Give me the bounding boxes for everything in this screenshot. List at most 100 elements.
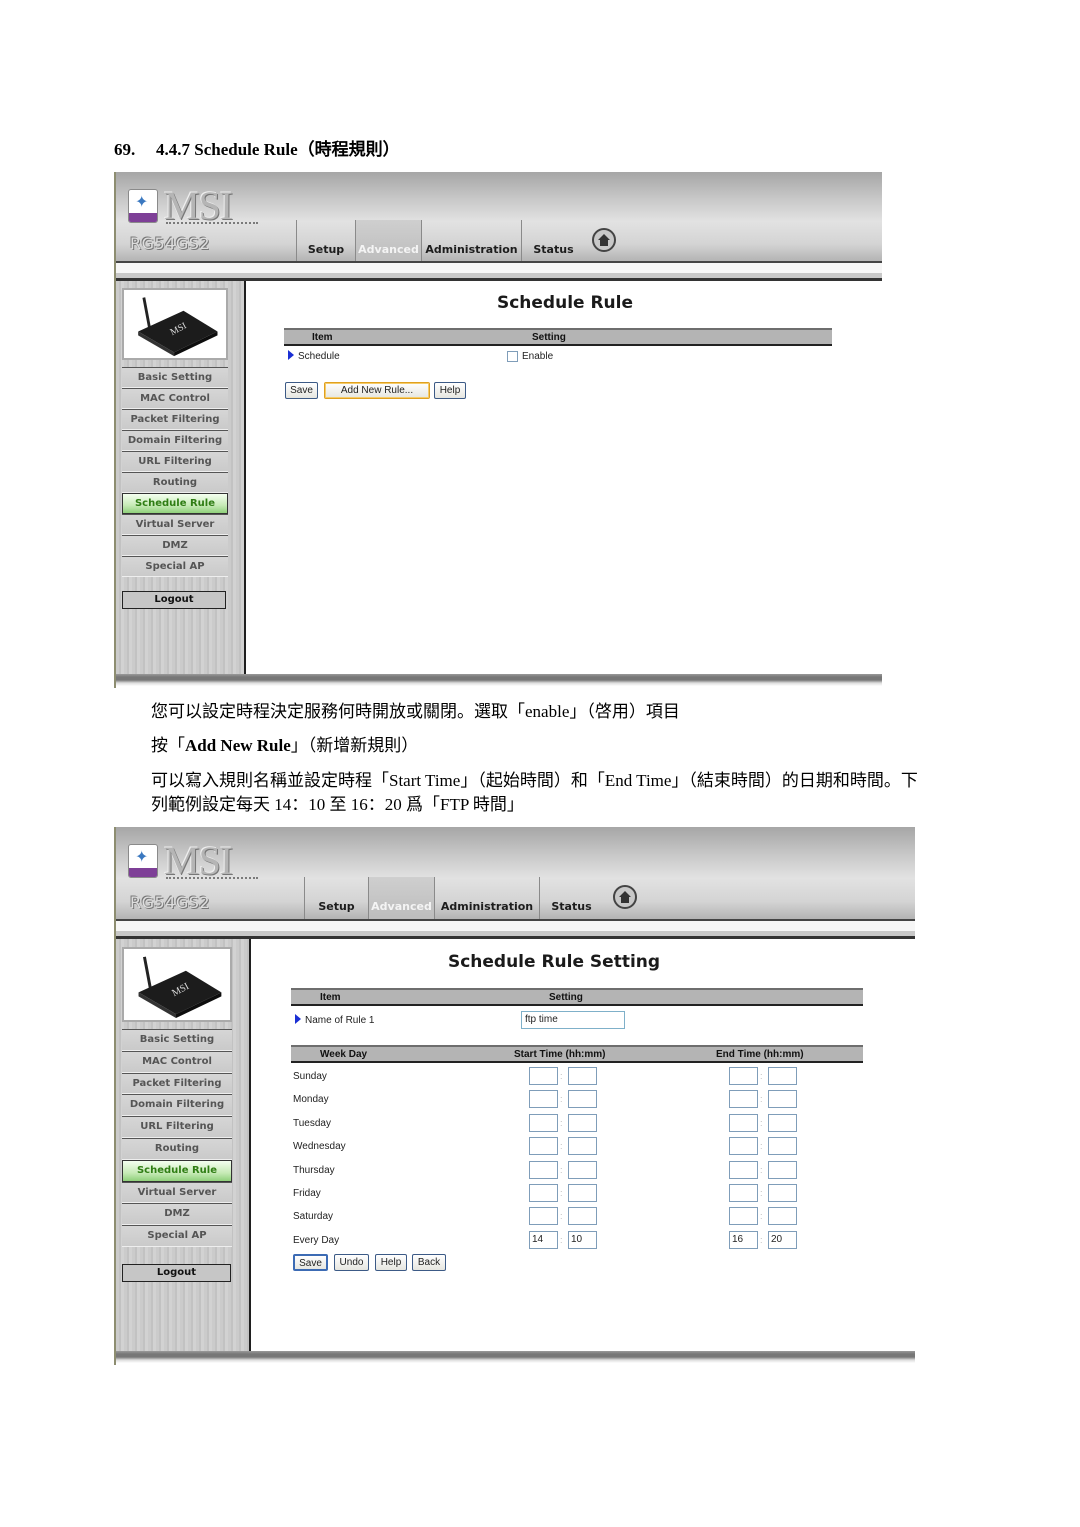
paragraph-enable-schedule: 您可以設定時程決定服務何時開放或關閉。選取「enable」（啓用）項目 <box>151 702 680 721</box>
sidebar-item-schedule-rule[interactable]: Schedule Rule <box>122 1159 232 1182</box>
start-hour-input[interactable] <box>529 1113 558 1132</box>
sidebar-item-special-ap[interactable]: Special AP <box>122 556 228 577</box>
sidebar-menu: Basic Setting MAC Control Packet Filteri… <box>122 367 228 577</box>
end-minute-input[interactable] <box>768 1067 797 1085</box>
paragraph-add-new-rule: 按「Add New Rule」（新增新規則） <box>151 736 419 755</box>
start-minute-input[interactable] <box>568 1160 597 1179</box>
sidebar-item-routing[interactable]: Routing <box>122 1137 232 1160</box>
end-time-colon: : <box>760 1188 763 1198</box>
sidebar-item-basic-setting[interactable]: Basic Setting <box>122 367 228 388</box>
tab-setup[interactable]: Setup <box>304 877 368 919</box>
sidebar-item-domain-filtering[interactable]: Domain Filtering <box>122 1094 232 1117</box>
column-header-week-day: Week Day <box>320 1049 368 1060</box>
model-name: RG54GS2 <box>130 893 211 912</box>
end-minute-input[interactable] <box>768 1207 797 1226</box>
header-separator <box>116 261 882 281</box>
start-time-colon: : <box>560 1164 563 1175</box>
main-tabs: Setup Advanced Administration Status <box>296 220 585 262</box>
tab-status[interactable]: Status <box>539 877 603 919</box>
start-time-colon: : <box>560 1141 563 1152</box>
help-button[interactable]: Help <box>375 1254 407 1271</box>
end-hour-input[interactable] <box>729 1207 758 1226</box>
sidebar-item-virtual-server[interactable]: Virtual Server <box>122 1181 232 1204</box>
start-hour-input[interactable] <box>529 1207 558 1226</box>
rule-name-label: Name of Rule 1 <box>295 1014 374 1026</box>
start-hour-input[interactable] <box>529 1160 558 1179</box>
end-minute-input[interactable] <box>768 1160 797 1179</box>
end-hour-input[interactable] <box>729 1067 758 1085</box>
tab-advanced[interactable]: Advanced <box>368 877 434 919</box>
sidebar-item-mac-control[interactable]: MAC Control <box>122 388 228 409</box>
weekday-label: Sunday <box>293 1071 327 1082</box>
column-header-setting: Setting <box>532 332 566 343</box>
end-hour-input[interactable] <box>729 1160 758 1179</box>
sidebar-item-packet-filtering[interactable]: Packet Filtering <box>122 409 228 430</box>
start-hour-input[interactable] <box>529 1090 558 1109</box>
table-header: Item Setting <box>284 328 832 346</box>
start-hour-input[interactable]: 14 <box>529 1230 558 1249</box>
end-minute-input[interactable]: 20 <box>768 1230 797 1249</box>
sidebar-menu: Basic Setting MAC Control Packet Filteri… <box>122 1029 232 1247</box>
weekday-label: Monday <box>293 1094 329 1106</box>
start-minute-input[interactable] <box>568 1067 597 1085</box>
sidebar-item-special-ap[interactable]: Special AP <box>122 1225 232 1247</box>
sidebar-item-dmz[interactable]: DMZ <box>122 535 228 556</box>
start-time-colon: : <box>560 1117 563 1128</box>
end-minute-input[interactable] <box>768 1090 797 1109</box>
end-hour-input[interactable] <box>729 1113 758 1132</box>
start-minute-input[interactable] <box>568 1090 597 1109</box>
sidebar-item-basic-setting[interactable]: Basic Setting <box>122 1029 232 1051</box>
save-button[interactable]: Save <box>293 1254 328 1271</box>
end-minute-input[interactable] <box>768 1137 797 1156</box>
page-title: Schedule Rule Setting <box>447 952 661 972</box>
content-panel: Schedule Rule Setting Item Setting Name … <box>253 939 915 1351</box>
start-hour-input[interactable] <box>529 1067 558 1085</box>
logout-button[interactable]: Logout <box>122 591 226 609</box>
start-minute-input[interactable]: 10 <box>568 1230 597 1249</box>
end-hour-input[interactable] <box>729 1184 758 1202</box>
start-minute-input[interactable] <box>568 1207 597 1226</box>
add-new-rule-button[interactable]: Add New Rule... <box>324 382 430 399</box>
arrow-right-icon <box>288 350 294 360</box>
tab-administration[interactable]: Administration <box>421 220 521 262</box>
sidebar-item-routing[interactable]: Routing <box>122 472 228 493</box>
end-hour-input[interactable]: 16 <box>729 1230 758 1249</box>
rule-name-input[interactable]: ftp time <box>521 1011 625 1029</box>
sidebar-item-packet-filtering[interactable]: Packet Filtering <box>122 1072 232 1095</box>
start-minute-input[interactable] <box>568 1184 597 1202</box>
help-button[interactable]: Help <box>434 382 466 399</box>
column-header-setting: Setting <box>549 992 583 1003</box>
logout-button[interactable]: Logout <box>122 1264 231 1282</box>
home-icon[interactable] <box>613 885 637 909</box>
tab-status[interactable]: Status <box>521 220 585 262</box>
sidebar-item-dmz[interactable]: DMZ <box>122 1203 232 1226</box>
footer-bar <box>116 674 882 686</box>
weekday-label: Every Day <box>293 1234 340 1246</box>
sidebar-item-url-filtering[interactable]: URL Filtering <box>122 1116 232 1138</box>
sidebar-item-virtual-server[interactable]: Virtual Server <box>122 514 228 535</box>
start-hour-input[interactable] <box>529 1184 558 1202</box>
sidebar-item-domain-filtering[interactable]: Domain Filtering <box>122 430 228 451</box>
end-hour-input[interactable] <box>729 1137 758 1156</box>
enable-checkbox[interactable] <box>507 351 518 362</box>
start-hour-input[interactable] <box>529 1137 558 1156</box>
undo-button[interactable]: Undo <box>334 1254 369 1271</box>
arrow-right-icon <box>295 1014 301 1024</box>
end-minute-input[interactable] <box>768 1184 797 1202</box>
start-minute-input[interactable] <box>568 1113 597 1132</box>
weekday-label: Friday <box>293 1188 321 1199</box>
end-hour-input[interactable] <box>729 1090 758 1109</box>
sidebar-item-url-filtering[interactable]: URL Filtering <box>122 451 228 472</box>
tab-setup[interactable]: Setup <box>296 220 355 262</box>
sidebar-item-schedule-rule[interactable]: Schedule Rule <box>122 493 228 514</box>
start-minute-input[interactable] <box>568 1137 597 1156</box>
save-button[interactable]: Save <box>285 382 318 399</box>
brand-logo: MSI <box>164 838 233 883</box>
brand-tagline <box>166 877 258 880</box>
tab-advanced[interactable]: Advanced <box>355 220 421 262</box>
end-minute-input[interactable] <box>768 1113 797 1132</box>
sidebar-item-mac-control[interactable]: MAC Control <box>122 1050 232 1073</box>
home-icon[interactable] <box>592 228 616 252</box>
back-button[interactable]: Back <box>412 1254 446 1271</box>
tab-administration[interactable]: Administration <box>434 877 539 919</box>
